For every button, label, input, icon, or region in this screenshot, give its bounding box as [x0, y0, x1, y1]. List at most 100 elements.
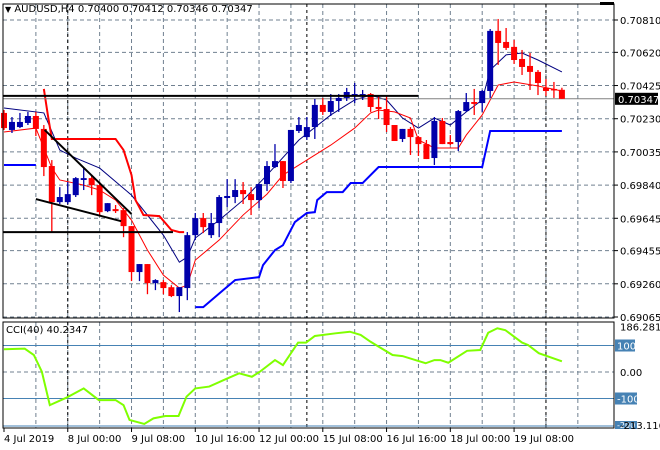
- bear-candle: [160, 282, 167, 289]
- y-tick-label: 0.70035: [620, 148, 660, 159]
- x-tick-label: 4 Jul 2019: [4, 434, 54, 445]
- x-tick-label: 18 Jul 00:00: [450, 434, 510, 445]
- bull-candle: [303, 127, 310, 138]
- bull-candle: [335, 97, 342, 102]
- cci-tick-label: 186.2814: [620, 323, 660, 334]
- x-tick-label: 8 Jul 00:00: [68, 434, 122, 445]
- bear-candle: [248, 194, 255, 201]
- bull-candle: [8, 121, 15, 130]
- bull-candle: [431, 120, 438, 159]
- bull-candle: [16, 121, 23, 128]
- bear-candle: [120, 210, 127, 227]
- ohlc-values: 0.70400 0.70412 0.70346 0.70347: [77, 4, 253, 15]
- bear-candle: [542, 87, 549, 91]
- cci-pane: [3, 327, 614, 427]
- x-tick-label: 10 Jul 16:00: [195, 434, 255, 445]
- bull-candle: [64, 194, 71, 203]
- bull-candle: [232, 190, 239, 198]
- bear-candle: [415, 137, 422, 145]
- bear-candle: [48, 166, 55, 203]
- bull-candle: [479, 90, 486, 104]
- cci-level-label: 100: [617, 342, 636, 353]
- bull-candle: [295, 125, 302, 131]
- bull-candle: [152, 280, 159, 284]
- bear-candle: [319, 104, 326, 112]
- cci-pane-border: [2, 321, 615, 429]
- bear-candle: [279, 161, 286, 182]
- bear-candle: [200, 218, 207, 228]
- bear-candle: [471, 102, 478, 104]
- bull-candle: [136, 264, 143, 273]
- bull-candle: [463, 102, 470, 112]
- bear-candle: [88, 178, 95, 186]
- bull-candle: [192, 218, 199, 236]
- cci-tick-label: 0.00: [620, 368, 642, 379]
- bull-candle: [56, 197, 63, 203]
- bear-candle: [168, 287, 175, 297]
- bull-candle: [72, 178, 79, 196]
- axes: 0.70810 0.70620 0.70425 0.70230 0.70035 0.698…: [3, 16, 660, 445]
- bull-candle: [264, 166, 271, 185]
- x-tick-label: 15 Jul 08:00: [323, 434, 383, 445]
- bear-candle: [423, 144, 430, 160]
- current-price-label: 0.70347: [618, 95, 659, 106]
- candles: [1, 18, 565, 313]
- bear-candle: [32, 115, 39, 129]
- bear-candle: [407, 128, 414, 138]
- bear-candle: [375, 106, 382, 110]
- bull-candle: [455, 111, 462, 143]
- cci-tick-label: -213.1163: [620, 421, 660, 432]
- bull-candle: [104, 203, 111, 212]
- cci-line: [3, 327, 563, 426]
- y-tick-label: 0.69455: [620, 247, 660, 258]
- bear-candle: [383, 109, 390, 126]
- bear-candle: [519, 58, 526, 67]
- bull-candle: [208, 223, 215, 236]
- y-tick-label: 0.70620: [620, 48, 660, 59]
- y-tick-label: 0.69840: [620, 181, 660, 192]
- chart-shift-marker[interactable]: [600, 2, 614, 5]
- symbol-label: AUDUSD,H4: [14, 4, 75, 15]
- chart-canvas[interactable]: 0.70810 0.70620 0.70425 0.70230 0.70035 0.698…: [0, 0, 660, 450]
- bull-candle: [327, 101, 334, 112]
- bear-candle: [495, 30, 502, 43]
- bear-candle: [511, 46, 518, 60]
- bull-candle: [256, 184, 263, 201]
- x-tick-label: 19 Jul 08:00: [514, 434, 574, 445]
- bull-candle: [224, 195, 231, 199]
- cci-title: CCI(40) 40.2347: [6, 325, 88, 336]
- y-tick-label: 0.69260: [620, 280, 660, 291]
- x-tick-label: 16 Jul 16:00: [387, 434, 447, 445]
- bear-candle: [40, 128, 47, 168]
- bull-candle: [487, 30, 494, 91]
- y-tick-label: 0.69645: [620, 214, 660, 225]
- y-tick-label: 0.70230: [620, 115, 660, 126]
- bull-candle: [311, 104, 318, 128]
- bear-candle: [534, 71, 541, 83]
- ma-fast-line: [3, 52, 563, 263]
- bear-candle: [439, 120, 446, 145]
- bull-candle: [176, 287, 183, 297]
- bull-candle: [271, 161, 278, 168]
- x-tick-label: 12 Jul 00:00: [259, 434, 319, 445]
- bear-candle: [240, 190, 247, 195]
- drawn-objects[interactable]: [3, 94, 419, 234]
- bull-candle: [399, 128, 406, 139]
- y-tick-label: 0.70425: [620, 82, 660, 93]
- y-tick-label: 0.70810: [620, 16, 660, 27]
- bear-candle: [527, 65, 534, 72]
- collapse-arrow-icon[interactable]: ▼: [5, 5, 11, 14]
- cci-level-label: -100: [617, 395, 640, 406]
- bull-candle: [184, 235, 191, 289]
- bear-candle: [391, 125, 398, 142]
- bull-candle: [80, 178, 87, 180]
- bear-candle: [558, 89, 565, 99]
- bull-candle: [24, 115, 31, 123]
- period-separators: [67, 4, 547, 428]
- chart-header: ▼ AUDUSD,H4 0.70400 0.70412 0.70346 0.70…: [5, 4, 253, 15]
- bear-candle: [96, 185, 103, 213]
- lower-band-2-line: [195, 129, 562, 309]
- bear-candle: [503, 41, 510, 48]
- bear-candle: [550, 88, 557, 91]
- bear-candle: [1, 112, 7, 129]
